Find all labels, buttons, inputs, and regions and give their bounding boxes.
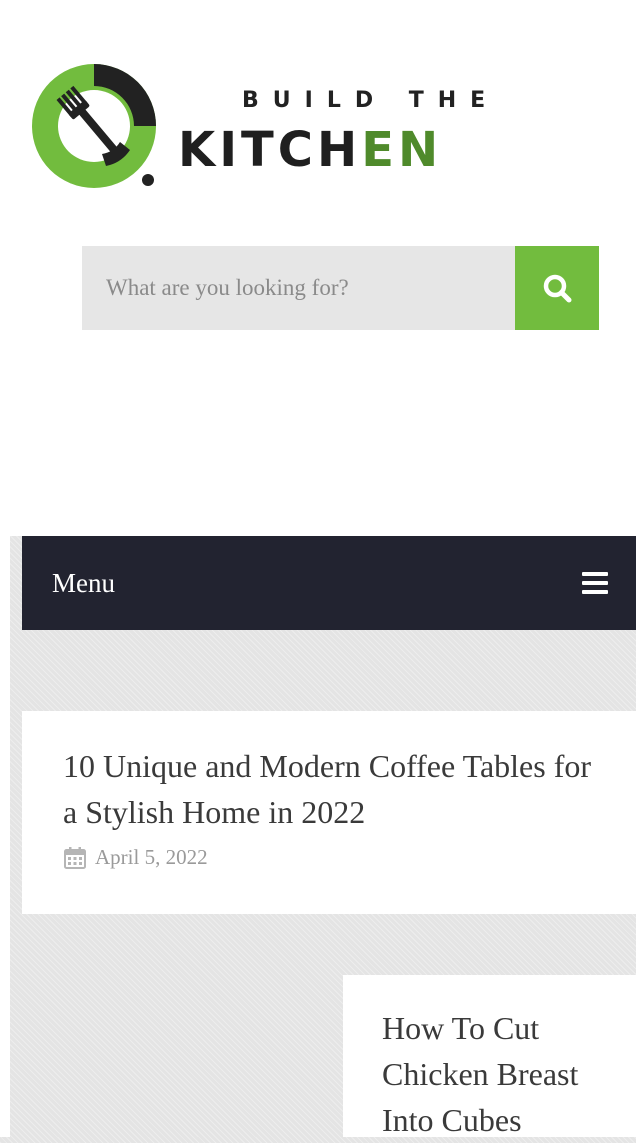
site-header: BUILD THE KITCHEN (10, 0, 636, 536)
post-card: 10 Unique and Modern Coffee Tables for a… (22, 711, 636, 914)
search-icon (543, 274, 572, 303)
post-card: How To Cut Chicken Breast Into Cubes (343, 975, 636, 1138)
logo-text-bottom: KITCHEN (178, 126, 442, 174)
main-navigation: Menu (22, 536, 636, 630)
logo-text-dark: KITCH (178, 122, 362, 178)
hamburger-icon[interactable] (582, 572, 608, 594)
site-logo[interactable]: BUILD THE KITCHEN (20, 62, 520, 192)
page-left-edge (0, 0, 10, 1137)
search-button[interactable] (515, 246, 599, 330)
menu-label[interactable]: Menu (52, 568, 115, 598)
post-meta: April 5, 2022 (63, 845, 208, 870)
post-title[interactable]: 10 Unique and Modern Coffee Tables for a… (63, 743, 603, 835)
logo-text-green: EN (361, 122, 443, 178)
post-title[interactable]: How To Cut Chicken Breast Into Cubes (382, 1005, 622, 1143)
search-input[interactable] (82, 246, 515, 330)
post-date: April 5, 2022 (95, 845, 208, 869)
logo-text-top: BUILD THE (242, 88, 500, 113)
search-form (82, 246, 599, 330)
fork-knife-ring-icon (32, 64, 156, 188)
calendar-icon (64, 846, 86, 869)
